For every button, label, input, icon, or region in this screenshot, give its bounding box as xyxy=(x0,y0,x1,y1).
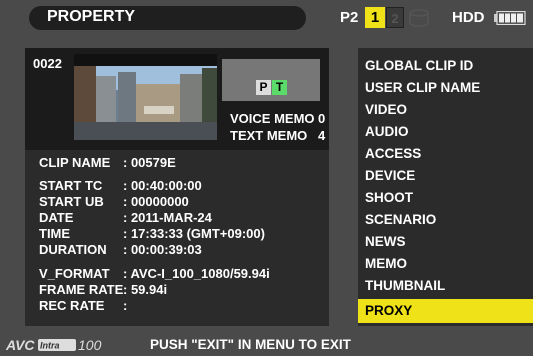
card-slot-1: 1 xyxy=(365,7,385,28)
page-title: PROPERTY xyxy=(47,8,136,25)
battery-icon xyxy=(494,11,526,25)
info-value: : 59.94i xyxy=(123,282,168,297)
svg-text:Intra: Intra xyxy=(40,341,60,351)
info-label: START TC xyxy=(39,178,103,193)
property-menu: GLOBAL CLIP ID USER CLIP NAME VIDEO AUDI… xyxy=(358,48,533,326)
footer-message: PUSH "EXIT" IN MENU TO EXIT xyxy=(150,337,351,352)
text-memo-row: TEXT MEMO 4 xyxy=(230,128,326,143)
clip-property-panel: 0022 P T VOICE MEMO 0 TEXT MEMO 4 CLIP N… xyxy=(25,48,329,326)
hdd-drive-icon xyxy=(409,9,429,27)
thumbnail-area: 0022 P T VOICE MEMO 0 TEXT MEMO 4 xyxy=(25,48,329,150)
info-label: FRAME RATE xyxy=(39,282,124,297)
avc-intra-logo-icon: AVC Intra 100 xyxy=(6,337,102,353)
info-label: DURATION xyxy=(39,242,107,257)
p2-label: P2 xyxy=(340,9,359,26)
info-value: : 00000000 xyxy=(123,194,189,209)
footer-bar: AVC Intra 100 PUSH "EXIT" IN MENU TO EXI… xyxy=(0,334,533,356)
info-label: DATE xyxy=(39,210,74,225)
text-memo-label: TEXT MEMO xyxy=(230,128,308,143)
info-value: : AVC-I_100_1080/59.94i xyxy=(123,266,270,281)
header-bar: PROPERTY P2 1 2 HDD xyxy=(0,0,533,36)
menu-item-device[interactable]: DEVICE xyxy=(358,164,533,188)
clip-number: 0022 xyxy=(33,56,62,71)
info-label: TIME xyxy=(39,226,71,241)
info-label: CLIP NAME xyxy=(39,155,111,170)
menu-item-video[interactable]: VIDEO xyxy=(358,98,533,122)
hdd-label: HDD xyxy=(452,9,485,26)
menu-item-shoot[interactable]: SHOOT xyxy=(358,186,533,210)
text-memo-badge: T xyxy=(272,80,287,95)
page-title-pill: PROPERTY xyxy=(29,6,306,30)
menu-item-news[interactable]: NEWS xyxy=(358,230,533,254)
info-label: START UB xyxy=(39,194,104,209)
info-value: : xyxy=(123,298,128,313)
menu-item-user-clip-name[interactable]: USER CLIP NAME xyxy=(358,76,533,100)
menu-item-global-clip-id[interactable]: GLOBAL CLIP ID xyxy=(358,54,533,78)
voice-memo-value: 0 xyxy=(318,111,326,126)
text-memo-value: 4 xyxy=(318,128,326,143)
voice-memo-row: VOICE MEMO 0 xyxy=(230,111,326,126)
menu-item-memo[interactable]: MEMO xyxy=(358,252,533,276)
card-slot-2: 2 xyxy=(386,7,404,28)
menu-item-thumbnail[interactable]: THUMBNAIL xyxy=(358,274,533,298)
menu-item-proxy[interactable]: PROXY xyxy=(358,299,533,323)
menu-item-scenario[interactable]: SCENARIO xyxy=(358,208,533,232)
info-label: V_FORMAT xyxy=(39,266,110,281)
info-value: : 00:00:39:03 xyxy=(123,242,202,257)
info-value: : 2011-MAR-24 xyxy=(123,210,212,225)
clip-thumbnail-image xyxy=(74,54,217,140)
menu-item-audio[interactable]: AUDIO xyxy=(358,120,533,144)
info-value: : 00:40:00:00 xyxy=(123,178,202,193)
voice-memo-label: VOICE MEMO xyxy=(230,111,315,126)
proxy-text-badge-box: P T xyxy=(222,59,320,101)
svg-text:100: 100 xyxy=(78,337,102,353)
svg-text:AVC: AVC xyxy=(6,337,35,353)
info-label: REC RATE xyxy=(39,298,105,313)
proxy-badge: P xyxy=(256,80,271,95)
info-value: : 17:33:33 (GMT+09:00) xyxy=(123,226,265,241)
info-value: : 00579E xyxy=(123,155,176,170)
menu-item-access[interactable]: ACCESS xyxy=(358,142,533,166)
